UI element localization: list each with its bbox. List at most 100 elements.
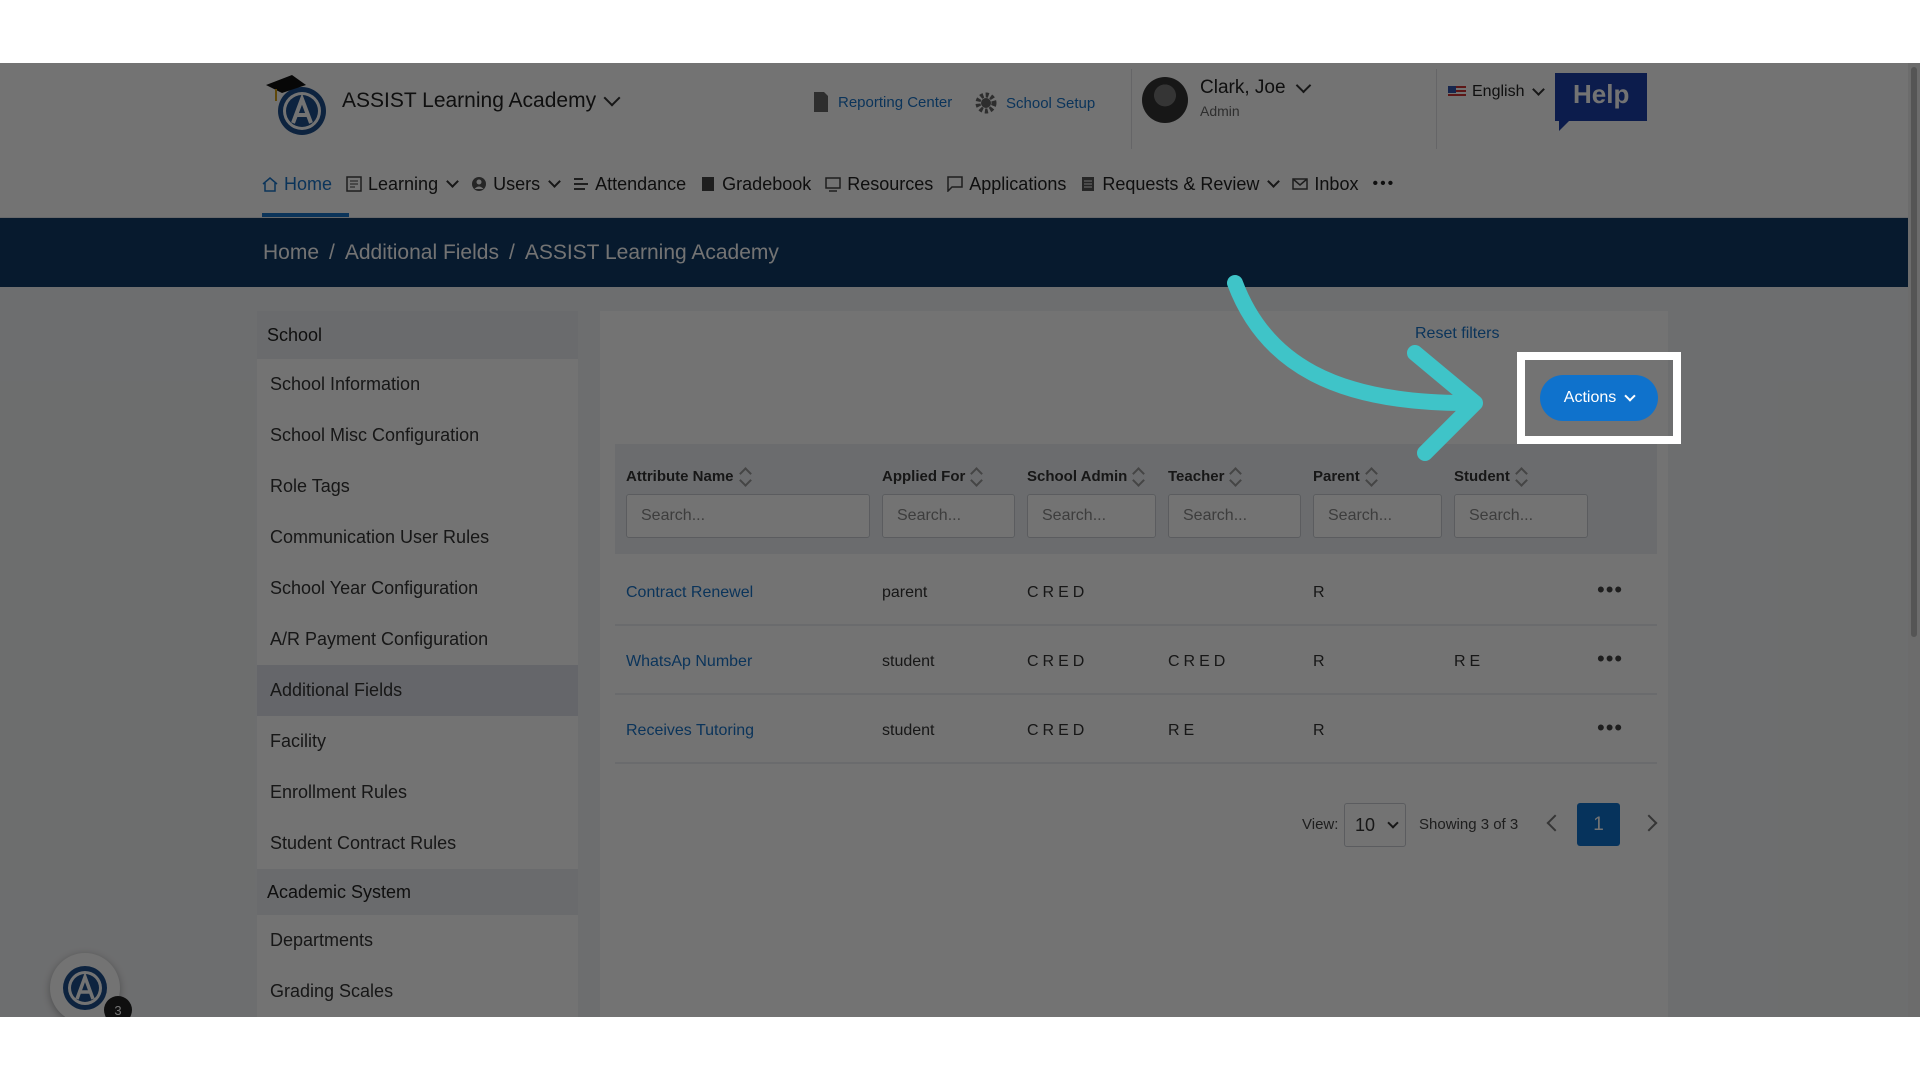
help-button[interactable]: Help <box>1551 69 1649 133</box>
sidebar-item-communication-user-rules[interactable]: Communication User Rules <box>257 512 578 563</box>
search-applied-for-input[interactable] <box>882 494 1015 538</box>
sort-icon[interactable] <box>740 466 750 486</box>
search-student-input[interactable] <box>1454 494 1588 538</box>
parent-cell: R <box>1313 722 1329 739</box>
chevron-down-icon <box>548 175 561 188</box>
column-label: Student <box>1454 467 1510 485</box>
row-more-options-icon[interactable]: ••• <box>1597 717 1627 748</box>
sort-icon[interactable] <box>1133 466 1143 486</box>
nav-more-button[interactable]: ••• <box>1372 175 1395 193</box>
row-more-options-icon[interactable]: ••• <box>1597 579 1627 610</box>
column-teacher[interactable]: Teacher <box>1168 466 1240 486</box>
notification-badge: 3 <box>104 996 132 1017</box>
nav-learning-label: Learning <box>368 173 439 194</box>
sort-icon[interactable] <box>1230 466 1240 486</box>
chevron-down-icon <box>1532 83 1546 96</box>
sort-icon[interactable] <box>971 466 981 486</box>
sidebar-item-school-information[interactable]: School Information <box>257 359 578 410</box>
column-label: Applied For <box>882 467 966 485</box>
column-label: Teacher <box>1168 467 1225 485</box>
breadcrumb-separator: / <box>329 240 335 264</box>
column-applied-for[interactable]: Applied For <box>882 466 981 486</box>
actions-button-label: Actions <box>1563 389 1617 406</box>
chevron-down-icon <box>1387 817 1399 829</box>
nav-active-indicator <box>262 213 349 217</box>
app-frame: ASSIST Learning Academy Reporting Center… <box>0 63 1920 1017</box>
nav-gradebook[interactable]: Gradebook <box>700 174 811 195</box>
page-size-select[interactable]: 10 <box>1344 803 1406 847</box>
table-row: Receives Tutoring student CRED RE R ••• <box>615 698 1657 764</box>
breadcrumb-additional-fields[interactable]: Additional Fields <box>345 241 499 265</box>
nav-requests-review[interactable]: Requests & Review <box>1080 174 1281 195</box>
column-attribute-name[interactable]: Attribute Name <box>626 466 750 486</box>
page-button-current[interactable]: 1 <box>1577 803 1620 846</box>
learning-icon <box>346 176 362 192</box>
table-row: WhatsAp Number student CRED CRED R RE ••… <box>615 629 1657 695</box>
nav-attendance[interactable]: Attendance <box>573 174 686 195</box>
breadcrumb: Home / Additional Fields / ASSIST Learni… <box>0 218 1920 287</box>
sidebar-item-school-misc-configuration[interactable]: School Misc Configuration <box>257 410 578 461</box>
search-school-admin-input[interactable] <box>1027 494 1156 538</box>
sort-icon[interactable] <box>1366 466 1376 486</box>
sidebar-item-additional-fields[interactable]: Additional Fields <box>257 665 578 716</box>
school-name-label: ASSIST Learning Academy <box>342 89 597 112</box>
nav-home[interactable]: Home <box>262 174 332 195</box>
language-selector[interactable]: English <box>1448 83 1546 101</box>
academy-logo-icon[interactable] <box>262 67 334 139</box>
nav-inbox[interactable]: Inbox <box>1292 174 1358 195</box>
nav-applications-label: Applications <box>969 173 1067 194</box>
applied-for-cell: parent <box>882 584 928 601</box>
sidebar-item-grading-scales[interactable]: Grading Scales <box>257 966 578 1017</box>
more-icon: ••• <box>1372 175 1396 192</box>
sidebar-item-facility[interactable]: Facility <box>257 716 578 767</box>
attendance-icon <box>574 178 589 190</box>
pagination-summary: Showing 3 of 3 <box>1419 816 1519 833</box>
divider <box>1436 69 1437 149</box>
teacher-cell: RE <box>1168 722 1199 739</box>
pointer-arrow-icon <box>1227 275 1483 461</box>
nav-resources-label: Resources <box>847 173 934 194</box>
sidebar-item-school-year-configuration[interactable]: School Year Configuration <box>257 563 578 614</box>
nav-resources[interactable]: Resources <box>825 174 933 195</box>
attribute-name-link[interactable]: Receives Tutoring <box>626 698 754 764</box>
sidebar-section-academic-system: Academic System <box>257 869 578 915</box>
search-parent-input[interactable] <box>1313 494 1442 538</box>
breadcrumb-home[interactable]: Home <box>263 241 319 265</box>
nav-inbox-label: Inbox <box>1314 173 1359 194</box>
search-teacher-input[interactable] <box>1168 494 1301 538</box>
user-menu[interactable]: Clark, Joe <box>1200 77 1311 99</box>
attribute-name-link[interactable]: WhatsAp Number <box>626 629 752 695</box>
nav-applications[interactable]: Applications <box>947 174 1066 195</box>
column-student[interactable]: Student <box>1454 466 1526 486</box>
sidebar-item-role-tags[interactable]: Role Tags <box>257 461 578 512</box>
sidebar-item-enrollment-rules[interactable]: Enrollment Rules <box>257 767 578 818</box>
search-attribute-name-input[interactable] <box>626 494 870 538</box>
nav-attendance-label: Attendance <box>595 173 687 194</box>
attribute-name-link[interactable]: Contract Renewel <box>626 560 753 626</box>
reporting-center-link[interactable]: Reporting Center <box>812 91 952 113</box>
reporting-center-label: Reporting Center <box>838 93 953 111</box>
column-parent[interactable]: Parent <box>1313 466 1376 486</box>
sidebar-item-ar-payment-configuration[interactable]: A/R Payment Configuration <box>257 614 578 665</box>
settings-sidebar: School School Information School Misc Co… <box>257 311 578 1017</box>
actions-button[interactable]: Actions <box>1540 375 1658 421</box>
chevron-down-icon <box>1624 390 1636 402</box>
pagination-view-label: View: <box>1302 816 1339 833</box>
sort-icon[interactable] <box>1516 466 1526 486</box>
school-setup-label: School Setup <box>1006 94 1096 112</box>
school-selector[interactable]: ASSIST Learning Academy <box>342 89 621 113</box>
school-setup-link[interactable]: School Setup <box>974 91 1095 115</box>
row-more-options-icon[interactable]: ••• <box>1597 648 1627 679</box>
scrollbar-thumb[interactable] <box>1911 67 1917 637</box>
breadcrumb-school: ASSIST Learning Academy <box>524 240 779 264</box>
chevron-down-icon <box>1295 77 1311 94</box>
chevron-down-icon <box>603 89 621 107</box>
nav-learning[interactable]: Learning <box>346 173 459 195</box>
sidebar-item-student-contract-rules[interactable]: Student Contract Rules <box>257 818 578 869</box>
avatar[interactable] <box>1142 77 1188 123</box>
nav-users[interactable]: Users <box>471 174 561 195</box>
sidebar-item-departments[interactable]: Departments <box>257 915 578 966</box>
column-school-admin[interactable]: School Admin <box>1027 466 1143 486</box>
user-name-label: Clark, Joe <box>1200 77 1286 98</box>
column-label: Parent <box>1313 467 1360 485</box>
